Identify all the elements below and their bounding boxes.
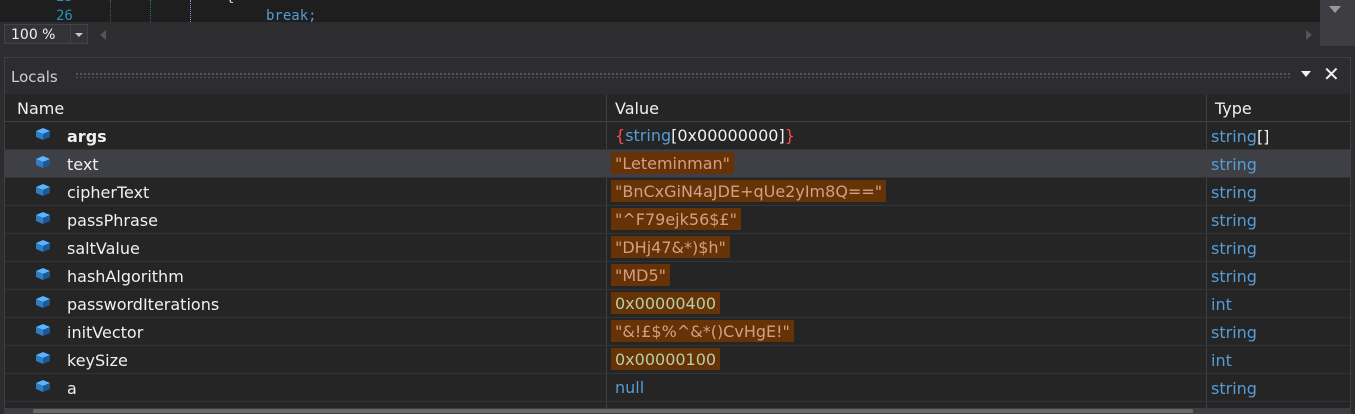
table-row[interactable]: cipherText "BnCxGiN4aJDE+qUe2yIm8Q==" st…: [5, 178, 1350, 206]
chevron-down-icon[interactable]: [1301, 71, 1311, 77]
variable-type: string: [1211, 211, 1257, 230]
zoom-dropdown-icon[interactable]: [70, 25, 87, 43]
table-row[interactable]: keySize 0x00000100 int: [5, 346, 1350, 374]
variable-name: passwordIterations: [67, 295, 220, 314]
variable-value: "&!£$%^&*()CvHgE!": [611, 320, 794, 342]
table-row[interactable]: passPhrase "^F79ejk56$£" string: [5, 206, 1350, 234]
line-number: 25: [56, 0, 73, 5]
local-variable-icon: [36, 212, 50, 224]
table-row[interactable]: hashAlgorithm "MD5" string: [5, 262, 1350, 290]
variable-type: int: [1211, 295, 1232, 314]
table-row[interactable]: initVector "&!£$%^&*()CvHgE!" string: [5, 318, 1350, 346]
variable-type: int: [1211, 351, 1232, 370]
column-header-row: Name Value Type: [5, 94, 1350, 122]
table-row[interactable]: args {string[0x00000000]} string[]: [5, 122, 1350, 150]
local-variable-icon: [36, 184, 50, 196]
variable-name: initVector: [67, 323, 144, 342]
column-header-type[interactable]: Type: [1215, 94, 1252, 121]
local-variable-icon: [36, 380, 50, 392]
zoom-value: 100 %: [11, 27, 56, 43]
table-row[interactable]: text "Leteminman" string: [5, 150, 1350, 178]
locals-table-body: args {string[0x00000000]} string[] text …: [5, 122, 1350, 402]
editor-vertical-scrollbar[interactable]: [1320, 0, 1355, 22]
table-row[interactable]: a null string: [5, 374, 1350, 402]
variable-type: string: [1211, 323, 1257, 342]
editor-zoom-bar: 100 %: [0, 22, 1320, 46]
variable-type: string: [1211, 183, 1257, 202]
variable-name: passPhrase: [67, 211, 158, 230]
variable-name: keySize: [67, 351, 128, 370]
local-variable-icon: [36, 296, 50, 308]
variable-type: string[]: [1211, 127, 1270, 146]
panel-title-bar[interactable]: Locals ✕: [5, 58, 1350, 94]
variable-value: 0x00000100: [611, 348, 721, 370]
column-header-value[interactable]: Value: [615, 94, 659, 121]
variable-name: text: [67, 155, 99, 174]
variable-value: "DHj47&*)$h": [611, 236, 730, 258]
locals-window: Locals ✕ Name Value Type args {string[0x…: [4, 57, 1351, 414]
local-variable-icon: [36, 156, 50, 168]
panel-title: Locals: [11, 68, 58, 86]
zoom-combobox[interactable]: 100 %: [4, 24, 88, 44]
code-line: {: [226, 0, 234, 5]
variable-type: string: [1211, 239, 1257, 258]
variable-name: hashAlgorithm: [67, 267, 184, 286]
variable-value: "MD5": [611, 264, 671, 286]
code-line: break;: [266, 8, 317, 22]
indent-guide: [110, 0, 111, 22]
variable-value: "Leteminman": [611, 152, 735, 174]
variable-value: 0x00000400: [611, 292, 721, 314]
local-variable-icon: [36, 128, 50, 140]
scroll-right-icon[interactable]: [1306, 30, 1312, 40]
variable-value: "BnCxGiN4aJDE+qUe2yIm8Q==": [611, 180, 887, 202]
table-row[interactable]: saltValue "DHj47&*)$h" string: [5, 234, 1350, 262]
locals-horizontal-scrollbar[interactable]: [5, 408, 1350, 413]
local-variable-icon: [36, 268, 50, 280]
local-variable-icon: [36, 240, 50, 252]
close-icon[interactable]: ✕: [1323, 62, 1340, 86]
drag-grip[interactable]: [75, 72, 1290, 78]
variable-type: string: [1211, 267, 1257, 286]
indent-guide: [190, 0, 191, 22]
variable-type: string: [1211, 155, 1257, 174]
variable-name: args: [67, 127, 107, 146]
scrollbar-thumb[interactable]: [33, 409, 1193, 413]
variable-name: cipherText: [67, 183, 150, 202]
indent-guide: [150, 0, 151, 22]
variable-name: saltValue: [67, 239, 140, 258]
variable-value: {string[0x00000000]}: [615, 126, 795, 145]
scroll-left-icon[interactable]: [100, 30, 106, 40]
table-row[interactable]: passwordIterations 0x00000400 int: [5, 290, 1350, 318]
scrollbar-corner: [1320, 22, 1355, 46]
code-editor[interactable]: 25 26 { break;: [0, 0, 1320, 22]
variable-value: "^F79ejk56$£": [611, 208, 741, 230]
line-number: 26: [56, 8, 73, 22]
variable-type: string: [1211, 379, 1257, 398]
local-variable-icon: [36, 324, 50, 336]
editor-horizontal-scrollbar[interactable]: [96, 26, 1320, 42]
column-header-name[interactable]: Name: [17, 94, 64, 121]
scroll-down-icon[interactable]: [1329, 6, 1341, 13]
variable-value: null: [615, 378, 645, 397]
local-variable-icon: [36, 352, 50, 364]
variable-name: a: [67, 379, 77, 398]
